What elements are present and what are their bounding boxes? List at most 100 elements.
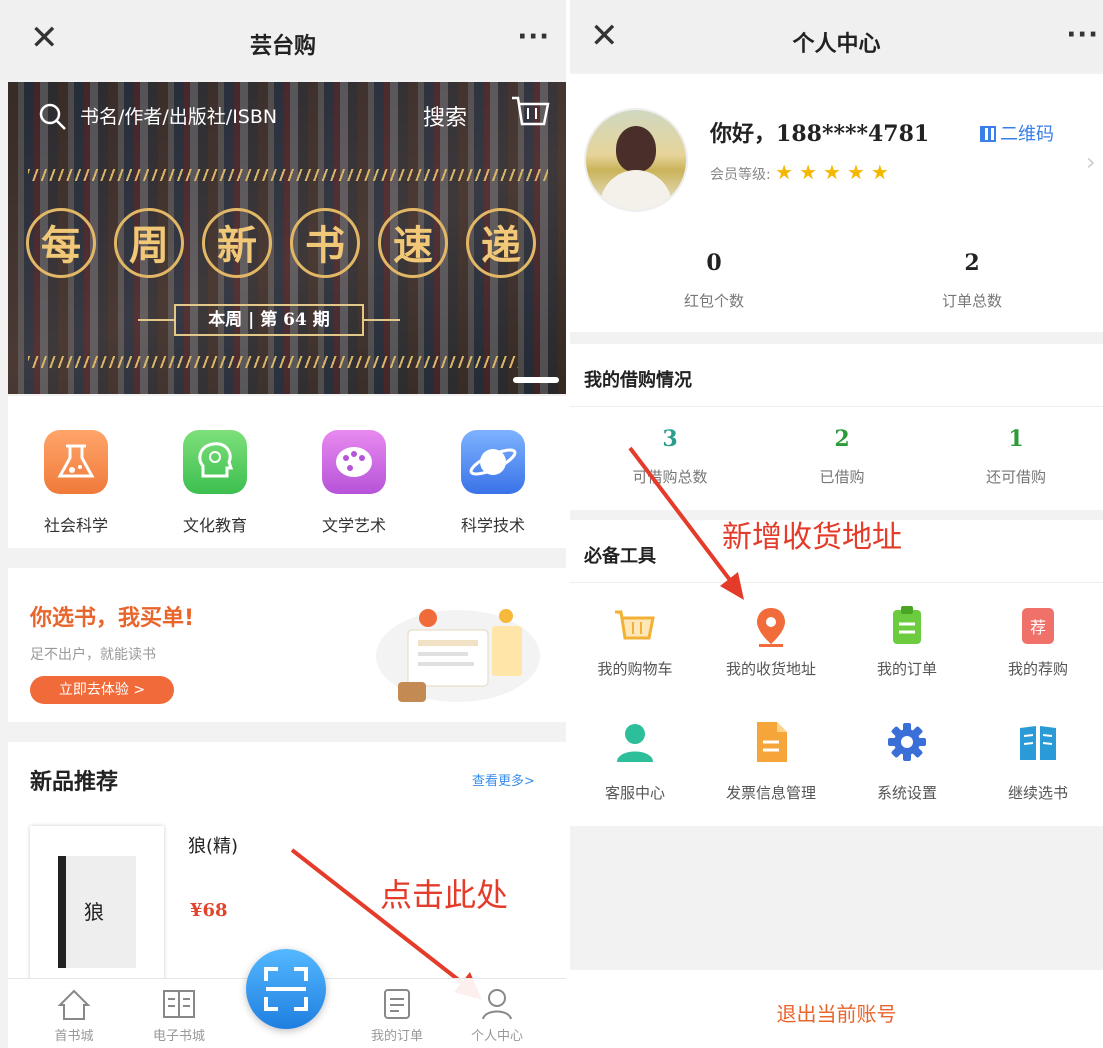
greeting-text: 你好， <box>710 122 777 147</box>
promo-button[interactable]: 立即去体验 > <box>30 676 174 704</box>
document-icon <box>757 722 787 762</box>
star-icon: ★ <box>823 160 841 184</box>
tool-label: 我的订单 <box>876 660 937 678</box>
planet-icon[interactable] <box>461 430 525 494</box>
logout-bar: 退出当前账号 <box>570 970 1103 1048</box>
star-icon: ★ <box>775 160 794 184</box>
palette-icon[interactable] <box>322 430 386 494</box>
tab-my-orders[interactable]: 我的订单 <box>352 985 442 1045</box>
flask-icon[interactable] <box>44 430 108 494</box>
tab-ebook[interactable]: 电子书城 <box>134 985 224 1045</box>
tool-my-recommend[interactable]: 荐 我的荐购 <box>973 596 1103 696</box>
avatar-body <box>600 170 672 210</box>
search-input[interactable]: 书名/作者/出版社/ISBN <box>80 102 277 129</box>
stripe-top <box>28 169 548 181</box>
tool-settings[interactable]: 系统设置 <box>842 720 972 820</box>
promo-card[interactable]: 你选书，我买单! 足不出户，就能读书 立即去体验 > <box>8 568 566 722</box>
banner[interactable]: 书名/作者/出版社/ISBN 搜索 每 周 新 书 速 递 .char { to… <box>8 82 566 394</box>
book-cover-title: 狼 <box>84 900 104 924</box>
profile-card: 你好，188****4781 二维码 会员等级: ★ ★ ★ ★ ★ › 0 红包个数 … <box>570 74 1103 332</box>
head-brain-icon[interactable] <box>183 430 247 494</box>
qr-code-icon <box>980 126 996 142</box>
issue-line-left <box>138 319 174 321</box>
promo-title: 你选书，我买单! <box>30 606 195 631</box>
user-icon <box>482 989 512 1020</box>
cart-icon[interactable] <box>508 90 552 138</box>
divider <box>570 406 1103 407</box>
avatar[interactable] <box>586 110 686 210</box>
star-icon: ★ <box>870 160 889 184</box>
left-screen: ✕ 芸台购 ··· 书名/作者/出版社/ISBN 搜索 每 周 新 书 速 递 … <box>0 0 566 1048</box>
stat-value: 2 <box>964 250 980 276</box>
location-pin-icon <box>757 608 785 647</box>
stat-value: 0 <box>706 250 722 276</box>
borrow-value: 1 <box>1008 426 1024 452</box>
tool-customer-service[interactable]: 客服中心 <box>570 720 700 820</box>
tab-label: 我的订单 <box>370 1029 423 1044</box>
search-button[interactable]: 搜索 <box>423 100 467 132</box>
book-title[interactable]: 狼(精) <box>188 832 238 858</box>
headline-char: 新 <box>202 208 272 278</box>
tool-label: 系统设置 <box>876 784 937 802</box>
home-icon <box>57 989 91 1020</box>
book-price: ¥68 <box>190 900 228 921</box>
tab-bookstore[interactable]: 首书城 <box>34 985 114 1045</box>
more-icon[interactable]: ··· <box>1066 20 1099 50</box>
order-list-icon <box>384 989 410 1019</box>
chevron-right-icon[interactable]: › <box>1086 148 1096 176</box>
scan-button[interactable] <box>246 949 326 1029</box>
more-icon[interactable]: ··· <box>517 22 550 52</box>
tool-continue-shopping[interactable]: 继续选书 <box>973 720 1103 820</box>
headline-char: 递 <box>466 208 536 278</box>
qr-code-button[interactable]: 二维码 <box>980 120 1054 146</box>
scan-icon <box>264 967 308 1011</box>
stat-label: 订单总数 <box>941 292 1002 310</box>
issue-label: 本周 | 第 64 期 <box>174 304 364 336</box>
section-title: 新品推荐 <box>30 770 119 795</box>
logout-button[interactable]: 退出当前账号 <box>570 998 1103 1027</box>
promo-subtitle: 足不出户，就能读书 <box>30 647 156 663</box>
stripe-bottom <box>28 356 518 368</box>
book-icon <box>1020 726 1056 760</box>
clipboard-icon <box>893 606 921 644</box>
headline-char: 速 <box>378 208 448 278</box>
category-label: 社会科学 <box>43 516 108 535</box>
promo-illustration <box>368 590 548 710</box>
tool-label: 我的购物车 <box>597 660 673 678</box>
tab-label: 电子书城 <box>152 1029 205 1044</box>
issue-line-right <box>364 319 400 321</box>
category-label: 文学艺术 <box>321 516 386 535</box>
right-nav-bar: ✕ 个人中心 ··· <box>570 0 1103 72</box>
borrow-value: 2 <box>834 426 850 452</box>
book-cover[interactable]: 狼 <box>30 826 164 986</box>
carousel-indicator <box>513 377 559 383</box>
section-title: 我的借购情况 <box>584 370 692 391</box>
recommend-icon: 荐 <box>1022 608 1054 644</box>
tool-label: 我的收货地址 <box>725 660 816 678</box>
category-grid: 社会科学 文化教育 文学艺术 科学技术 <box>8 396 566 548</box>
right-screen: ✕ 个人中心 ··· 你好，188****4781 二维码 会员等级: ★ ★ ★ ★… <box>570 0 1103 1048</box>
qr-code-label: 二维码 <box>1000 124 1054 145</box>
tool-label: 客服中心 <box>604 784 665 802</box>
greeting: 你好，188****4781 <box>710 116 929 148</box>
stat-label: 红包个数 <box>683 292 744 310</box>
category-label: 文化教育 <box>182 516 247 535</box>
page-title: 个人中心 <box>792 32 881 57</box>
left-nav-bar: ✕ 芸台购 ··· <box>0 0 566 80</box>
see-more-link[interactable]: 查看更多> <box>472 770 535 789</box>
tool-label: 继续选书 <box>1007 784 1068 802</box>
headline-char: 周 <box>114 208 184 278</box>
tool-my-orders[interactable]: 我的订单 <box>842 596 972 696</box>
tool-invoice[interactable]: 发票信息管理 <box>706 720 836 820</box>
tab-personal-center[interactable]: 个人中心 <box>452 985 542 1045</box>
page-title: 芸台购 <box>249 34 316 59</box>
star-icon: ★ <box>846 160 865 184</box>
borrow-label: 已借购 <box>819 468 865 486</box>
headline-char: 每 <box>26 208 96 278</box>
tool-label: 发票信息管理 <box>725 784 816 802</box>
borrow-label: 还可借购 <box>985 468 1046 486</box>
avatar-head <box>616 126 656 172</box>
gear-icon <box>888 723 926 761</box>
star-icon: ★ <box>799 160 818 184</box>
member-level: 会员等级: ★ ★ ★ ★ ★ <box>710 160 895 184</box>
